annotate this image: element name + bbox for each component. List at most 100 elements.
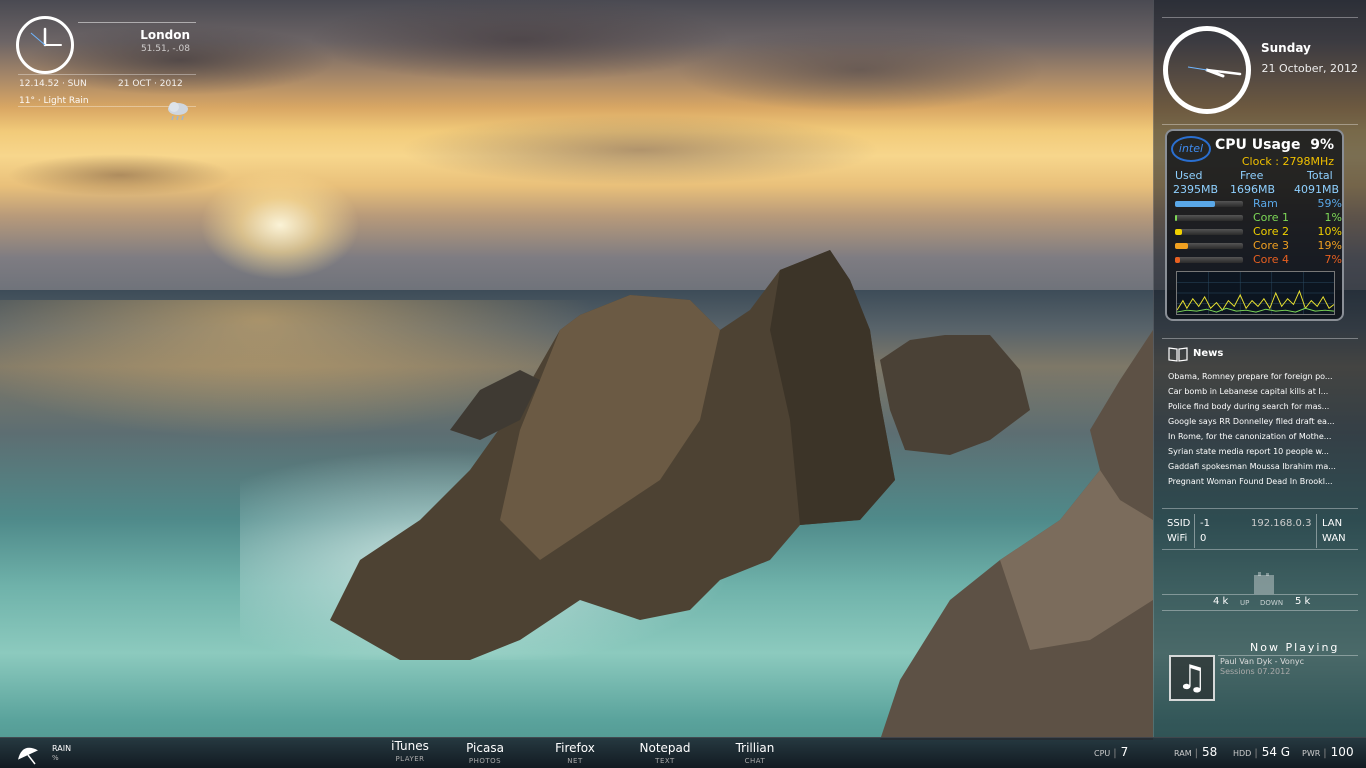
launcher-label: Firefox: [555, 741, 595, 755]
wan-label: WAN: [1322, 533, 1346, 544]
launcher-sub: NET: [567, 757, 583, 765]
launcher-label: Trillian: [735, 741, 775, 755]
launcher-notepad[interactable]: Notepad TEXT: [635, 738, 695, 768]
cpu-meter-widget[interactable]: intel CPU Usage 9% Clock : 2798MHz Used …: [1165, 129, 1344, 321]
sidebar-divider: [1162, 594, 1358, 595]
cpu-history-graph: [1176, 271, 1335, 315]
music-note-icon[interactable]: ♫: [1169, 655, 1215, 701]
clock-hands-icon: [1187, 66, 1242, 78]
widget-divider: [18, 74, 196, 75]
news-item[interactable]: Obama, Romney prepare for foreign po...: [1168, 369, 1346, 384]
ssid-value: -1: [1200, 518, 1210, 529]
umbrella-icon[interactable]: [15, 743, 41, 765]
sidebar-day: Sunday: [1261, 41, 1311, 55]
usage-bar-label: Core 2: [1253, 225, 1289, 238]
news-item[interactable]: Gaddafi spokesman Moussa Ibrahim ma...: [1168, 459, 1346, 474]
cpu-percent: 9%: [1310, 137, 1334, 153]
graph-line-ram: [1177, 307, 1334, 313]
usage-bar-fill: [1175, 243, 1188, 249]
news-list: Obama, Romney prepare for foreign po... …: [1168, 369, 1346, 489]
network-separator: [1194, 514, 1195, 548]
weather-time: 12.14.52 · SUN: [19, 79, 87, 89]
book-icon: [1168, 347, 1188, 362]
stat-key: HDD: [1233, 749, 1252, 758]
news-item[interactable]: Car bomb in Lebanese capital kills at l.…: [1168, 384, 1346, 399]
network-separator: [1316, 514, 1317, 548]
usage-bar-label: Core 3: [1253, 239, 1289, 252]
launcher-sub: CHAT: [744, 757, 766, 765]
news-title: News: [1193, 348, 1224, 359]
stat-key: PWR: [1302, 749, 1321, 758]
sidebar-divider: [1162, 338, 1358, 339]
usage-bar-label: Core 4: [1253, 253, 1289, 266]
stat-key: CPU: [1094, 749, 1111, 758]
taskbar: RAIN % iTunes PLAYER Picasa PHOTOS Firef…: [0, 737, 1366, 768]
intel-logo-icon: intel: [1171, 136, 1211, 162]
usage-bar-track: [1175, 257, 1243, 263]
mem-value-total: 4091MB: [1294, 183, 1340, 196]
usage-bar-fill: [1175, 201, 1215, 207]
upload-label: UP: [1240, 599, 1250, 607]
now-playing-title: Now Playing: [1250, 641, 1340, 654]
clock-hands-icon: [30, 27, 62, 47]
usage-bar-label: Ram: [1253, 197, 1278, 210]
weather-date: 21 OCT · 2012: [118, 79, 183, 89]
sidebar-divider: [1162, 549, 1358, 550]
news-item[interactable]: Syrian state media report 10 people w...: [1168, 444, 1346, 459]
usage-bar-fill: [1175, 215, 1177, 221]
rain-cloud-icon: [168, 102, 188, 121]
taskbar-stat-hdd: HDD | 54 G: [1233, 745, 1291, 759]
taskbar-stat-pwr: PWR | 100: [1302, 745, 1354, 759]
stat-value: 54 G: [1261, 745, 1291, 759]
launcher-itunes[interactable]: iTunes PLAYER: [385, 738, 435, 768]
usage-bar-percent: 1%: [1324, 211, 1342, 224]
usage-bar-track: [1175, 243, 1243, 249]
news-item[interactable]: In Rome, for the canonization of Mothe..…: [1168, 429, 1346, 444]
usage-bar-fill: [1175, 257, 1180, 263]
graph-line-total: [1177, 289, 1334, 312]
mem-value-used: 2395MB: [1173, 183, 1219, 196]
usage-bar-percent: 19%: [1317, 239, 1342, 252]
launcher-trillian[interactable]: Trillian CHAT: [727, 738, 783, 768]
news-item[interactable]: Police find body during search for mas..…: [1168, 399, 1346, 414]
sidebar-divider: [1162, 610, 1358, 611]
launcher-label: Notepad: [639, 741, 691, 755]
usage-bar-track: [1175, 215, 1243, 221]
small-rock-right: [880, 335, 1030, 455]
mem-header-used: Used: [1175, 169, 1203, 182]
weather-city: London: [140, 28, 190, 42]
launcher-label: Picasa: [466, 741, 504, 755]
analog-clock-small: [16, 16, 74, 74]
launcher-picasa[interactable]: Picasa PHOTOS: [460, 738, 510, 768]
stat-value: 7: [1120, 745, 1129, 759]
sidebar-dock: Sunday 21 October, 2012 intel CPU Usage …: [1153, 0, 1366, 738]
mem-header-total: Total: [1307, 169, 1333, 182]
launcher-sub: PHOTOS: [468, 757, 502, 765]
stat-value: 100: [1330, 745, 1354, 759]
now-playing-album: Sessions 07.2012: [1220, 667, 1291, 676]
launcher-sub: PLAYER: [395, 755, 425, 763]
cpu-clock: Clock : 2798MHz: [1241, 155, 1334, 168]
usage-bar-core3: Core 3 19%: [1175, 239, 1342, 253]
cpu-title: CPU Usage: [1215, 137, 1301, 153]
launcher-firefox[interactable]: Firefox NET: [549, 738, 601, 768]
ip-address: 192.168.0.3: [1251, 518, 1312, 529]
mem-value-free: 1696MB: [1230, 183, 1276, 196]
weather-clock-widget: London 51.51, -.08 12.14.52 · SUN 21 OCT…: [14, 14, 196, 124]
sidebar-divider: [1218, 655, 1358, 656]
usage-bar-track: [1175, 201, 1243, 207]
now-playing-artist: Paul Van Dyk - Vonyc: [1220, 657, 1305, 666]
news-item[interactable]: Pregnant Woman Found Dead In Brookl...: [1168, 474, 1346, 489]
taskbar-weather-sub: %: [52, 754, 59, 762]
network-traffic-graph: [1254, 572, 1274, 594]
wifi-label: WiFi: [1167, 533, 1188, 544]
mem-header-free: Free: [1240, 169, 1264, 182]
ssid-label: SSID: [1167, 518, 1191, 529]
news-item[interactable]: Google says RR Donnelley filed draft ea.…: [1168, 414, 1346, 429]
lan-label: LAN: [1322, 518, 1343, 529]
weather-condition: 11° · Light Rain: [19, 96, 89, 106]
launcher-label: iTunes: [391, 739, 429, 753]
taskbar-stat-ram: RAM | 58: [1174, 745, 1218, 759]
sidebar-divider: [1162, 508, 1358, 509]
download-speed: 5 k: [1295, 596, 1311, 607]
